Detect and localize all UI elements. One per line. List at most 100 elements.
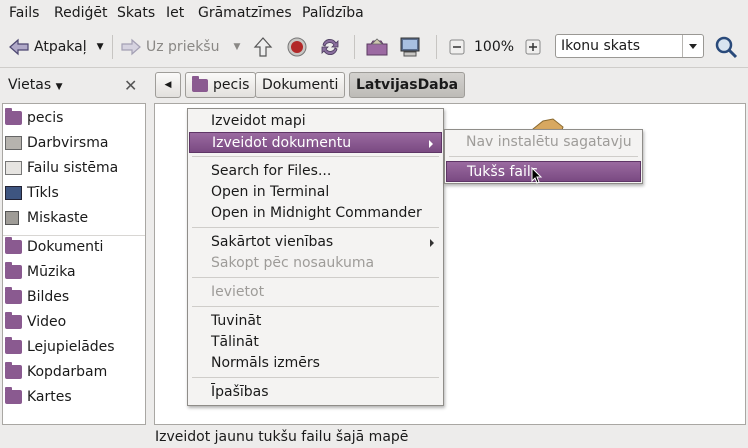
menu-separator [192,277,439,278]
back-label: Atpakaļ [34,39,87,55]
zoom-level[interactable]: 100% [474,35,514,59]
close-icon[interactable]: ✕ [124,76,137,95]
forward-button[interactable]: Uz priekšu ▼ [120,35,240,59]
sidebar-item-label: Miskaste [27,210,89,226]
sidebar-item-filesystem[interactable]: Failu sistēma [5,157,118,179]
menu-item-label: Sakopt pēc nosaukuma [211,255,375,271]
sidebar-item-music[interactable]: Mūzika [5,261,76,283]
sidebar-item-label: Kartes [27,389,72,405]
sidebar-item-label: Dokumenti [27,239,104,255]
sidebar-item-pecis[interactable]: pecis [5,107,63,129]
breadcrumb-label: Dokumenti [262,77,339,93]
arrow-left-icon [9,38,29,56]
view-mode-select[interactable]: Ikonu skats [555,34,704,58]
status-bar: Izveidot jaunu tukšu failu šajā mapē [155,429,409,445]
chevron-left-icon: ◀ [164,80,172,90]
mouse-pointer-icon [531,167,543,184]
sidebar-item-label: Lejupielādes [27,339,115,355]
sidebar-item-maps[interactable]: Kartes [5,386,72,408]
menu-separator [192,306,439,307]
zoom-in-icon [525,39,541,55]
sidebar-item-documents[interactable]: Dokumenti [5,236,103,258]
stop-icon [287,37,307,57]
breadcrumb-item-current[interactable]: LatvijasDaba [349,72,466,98]
sidebar-item-shared[interactable]: Kopdarbam [5,361,107,383]
sidebar-item-label: Failu sistēma [27,160,119,176]
chevron-right-icon [429,140,433,148]
menu-view[interactable]: Skats [117,5,155,21]
menu-item-label: Īpašības [211,384,269,400]
menu-zoom-in[interactable]: Tuvināt [189,311,442,332]
zoom-in-button[interactable] [525,35,541,59]
menu-help[interactable]: Palīdzība [302,5,364,21]
sidebar-item-downloads[interactable]: Lejupielādes [5,336,115,358]
submenu-empty-file[interactable]: Tukšs fails [446,161,641,182]
menu-open-terminal[interactable]: Open in Terminal [189,182,442,203]
sidebar-item-label: Tīkls [27,185,59,201]
sidebar-item-label: Video [27,314,67,330]
menu-separator [449,156,638,157]
up-button[interactable] [252,35,274,59]
folder-icon [5,237,22,254]
network-icon [5,186,22,200]
arrow-right-icon [121,38,141,56]
sidebar-item-desktop[interactable]: Darbvirsma [5,132,108,154]
back-dropdown-icon[interactable]: ▼ [97,42,104,52]
computer-icon [400,37,420,57]
chevron-down-icon: ▼ [55,82,63,92]
menu-separator [192,227,439,228]
breadcrumb-item-home[interactable]: pecis [185,72,257,98]
places-dropdown[interactable]: Vietas ▼ [8,77,63,93]
sidebar: pecis Darbvirsma Failu sistēma Tīkls Mis… [2,103,146,425]
sidebar-item-network[interactable]: Tīkls [5,182,59,204]
menu-item-label: Izveidot mapi [211,113,306,129]
computer-button[interactable] [398,35,422,59]
menu-item-label: Izveidot dokumentu [212,135,352,151]
sidebar-item-pictures[interactable]: Bildes [5,286,69,308]
sidebar-item-trash[interactable]: Miskaste [5,207,88,229]
menu-item-label: Sakārtot vienības [211,234,334,250]
sidebar-item-label: Mūzika [27,264,76,280]
back-button[interactable]: Atpakaļ ▼ [8,35,104,59]
menubar: Fails Rediģēt Skats Iet Grāmatzīmes Palī… [0,0,748,26]
menu-create-document[interactable]: Izveidot dokumentu [189,132,442,153]
chevron-right-icon [430,239,434,247]
stop-button[interactable] [286,35,308,59]
menu-item-label: Open in Midnight Commander [211,205,422,221]
folder-icon [5,262,22,279]
menu-paste: Ievietot [189,282,442,303]
sidebar-item-video[interactable]: Video [5,311,66,333]
sidebar-item-label: Darbvirsma [27,135,109,151]
toolbar-separator [436,35,437,59]
menu-search-files[interactable]: Search for Files... [189,161,442,182]
menu-separator [192,377,439,378]
menu-item-label: Tuvināt [211,313,262,329]
toolbar-separator [354,35,355,59]
search-button[interactable] [714,35,738,59]
zoom-out-button[interactable] [449,35,465,59]
home-folder-icon [5,108,22,125]
forward-dropdown-icon[interactable]: ▼ [233,42,240,52]
context-menu: Izveidot mapi Izveidot dokumentu Search … [187,108,444,406]
trash-icon [5,211,19,225]
menu-zoom-out[interactable]: Tālināt [189,332,442,353]
breadcrumb-item-documents[interactable]: Dokumenti [255,72,346,98]
harddisk-icon [5,161,22,175]
menu-bookmarks[interactable]: Grāmatzīmes [198,5,292,21]
home-button[interactable] [365,35,389,59]
menu-file[interactable]: Fails [9,5,39,21]
menu-open-mc[interactable]: Open in Midnight Commander [189,203,442,224]
menu-edit[interactable]: Rediģēt [54,5,107,21]
arrow-up-icon [253,37,273,57]
breadcrumb-label: LatvijasDaba [356,77,459,93]
breadcrumb-scroll-left[interactable]: ◀ [155,72,181,98]
reload-button[interactable] [319,35,341,59]
menu-properties[interactable]: Īpašības [189,382,442,403]
menu-create-folder[interactable]: Izveidot mapi [189,111,442,132]
menu-arrange-items[interactable]: Sakārtot vienības [189,232,442,253]
menu-go[interactable]: Iet [166,5,184,21]
create-document-submenu: Nav instalētu sagatavju Tukšs fails [444,129,643,184]
menu-item-label: Ievietot [211,284,265,300]
folder-icon [5,312,22,329]
menu-normal-size[interactable]: Normāls izmērs [189,353,442,374]
